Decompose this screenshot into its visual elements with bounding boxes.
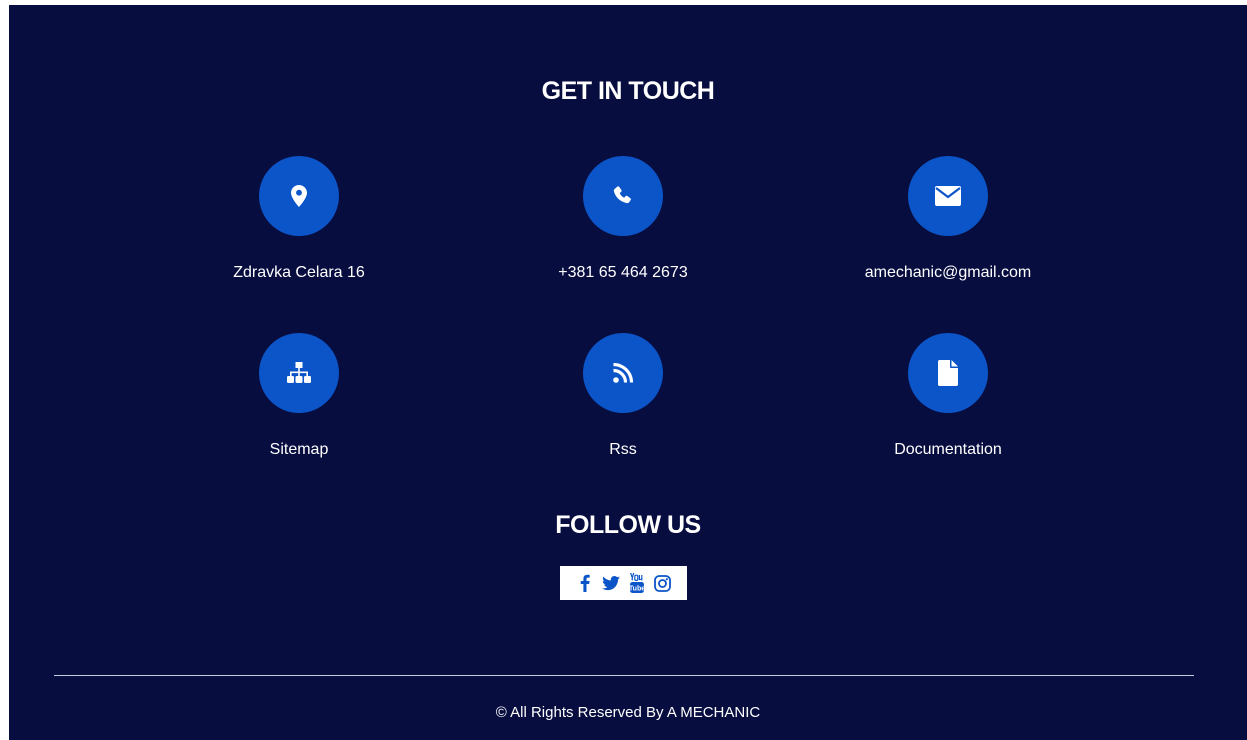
sitemap-icon-circle — [259, 333, 339, 413]
link-sitemap[interactable]: Sitemap — [179, 333, 419, 459]
email-icon-circle — [908, 156, 988, 236]
rss-icon-circle — [583, 333, 663, 413]
twitter-icon — [601, 575, 620, 590]
contact-phone[interactable]: +381 65 464 2673 — [503, 156, 743, 282]
twitter-link[interactable] — [601, 573, 620, 593]
facebook-link[interactable] — [576, 573, 594, 593]
envelope-icon — [935, 186, 961, 206]
instagram-link[interactable] — [654, 573, 672, 593]
link-documentation[interactable]: Documentation — [828, 333, 1068, 459]
get-in-touch-heading: GET IN TOUCH — [541, 77, 715, 105]
sitemap-icon — [287, 362, 311, 383]
document-icon — [938, 360, 958, 386]
phone-icon-circle — [583, 156, 663, 236]
contact-email-label: amechanic@gmail.com — [864, 264, 1032, 281]
svg-text:Tube: Tube — [629, 586, 645, 593]
instagram-icon — [654, 574, 671, 592]
link-sitemap-label: Sitemap — [269, 441, 329, 458]
contact-phone-label: +381 65 464 2673 — [558, 264, 688, 281]
contact-address[interactable]: Zdravka Celara 16 — [179, 156, 419, 282]
link-rss[interactable]: Rss — [503, 333, 743, 459]
link-rss-label: Rss — [609, 441, 637, 458]
follow-us-heading: FOLLOW US — [555, 511, 701, 539]
facebook-icon — [580, 574, 590, 592]
contact-address-label: Zdravka Celara 16 — [233, 264, 365, 281]
address-icon-circle — [259, 156, 339, 236]
youtube-icon: Tube — [629, 573, 645, 593]
rss-icon — [613, 363, 633, 383]
copyright-text: © All Rights Reserved By A MECHANIC — [495, 704, 761, 721]
youtube-link[interactable]: Tube — [628, 573, 646, 593]
map-marker-icon — [291, 185, 307, 207]
document-icon-circle — [908, 333, 988, 413]
contact-email[interactable]: amechanic@gmail.com — [828, 156, 1068, 282]
site-footer: GET IN TOUCH Zdravka Celara 16 +381 65 4… — [9, 5, 1247, 740]
phone-icon — [613, 186, 631, 204]
footer-divider — [54, 675, 1194, 676]
social-links-bar: Tube — [560, 566, 687, 600]
link-documentation-label: Documentation — [894, 441, 1002, 458]
